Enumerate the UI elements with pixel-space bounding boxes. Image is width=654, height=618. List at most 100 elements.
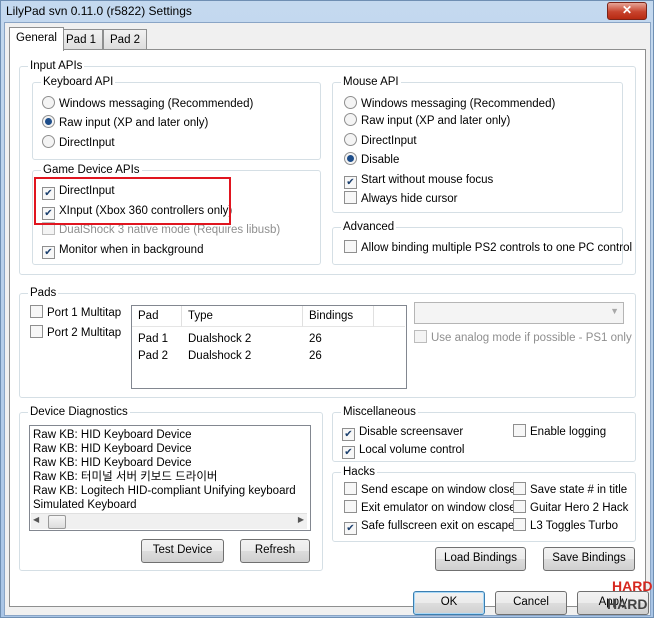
checkbox-guitar-hero-2-hack[interactable]: Guitar Hero 2 Hack — [513, 500, 628, 516]
test-device-button[interactable]: Test Device — [141, 539, 224, 563]
checkbox[interactable]: ✔ — [342, 446, 355, 459]
checkbox-save-state-in-title[interactable]: Save state # in title — [513, 482, 627, 498]
checkbox-always-hide-cursor[interactable]: Always hide cursor — [344, 191, 458, 207]
radio-button[interactable] — [344, 113, 357, 126]
checkbox-exit-emulator[interactable]: Exit emulator on window close — [344, 500, 516, 516]
mouse-radio-directinput[interactable]: DirectInput — [344, 133, 417, 149]
radio-button[interactable] — [42, 115, 55, 128]
radio-button[interactable] — [42, 135, 55, 148]
checkbox-port-2-multitap[interactable]: Port 2 Multitap — [30, 325, 121, 341]
checkbox-start-without-mouse-focus[interactable]: ✔ Start without mouse focus — [344, 172, 494, 189]
device-list[interactable]: Raw KB: HID Keyboard Device Raw KB: HID … — [29, 425, 311, 531]
radio-button[interactable] — [42, 96, 55, 109]
tab-pad-1[interactable]: Pad 1 — [59, 29, 104, 50]
checkbox-label: DualShock 3 native mode (Requires libusb… — [59, 224, 281, 236]
tab-pad-2[interactable]: Pad 2 — [103, 29, 148, 50]
radio-label: Disable — [361, 154, 400, 166]
checkbox — [414, 330, 427, 343]
close-button[interactable]: ✕ — [607, 2, 647, 20]
hacks-title: Hacks — [341, 465, 377, 479]
list-item[interactable]: Raw KB: HID Keyboard Device — [33, 456, 192, 470]
settings-window: LilyPad svn 0.11.0 (r5822) Settings ✕ Ge… — [0, 0, 654, 618]
checkbox-l3-toggles-turbo[interactable]: L3 Toggles Turbo — [513, 518, 618, 534]
game-device-apis-title: Game Device APIs — [41, 163, 142, 177]
checkbox-label: L3 Toggles Turbo — [530, 520, 619, 532]
refresh-button[interactable]: Refresh — [240, 539, 310, 563]
window-title: LilyPad svn 0.11.0 (r5822) Settings — [6, 4, 192, 18]
watermark-logo-bottom: HARD — [607, 596, 648, 612]
checkbox-label: Disable screensaver — [359, 426, 464, 438]
checkbox-port-1-multitap[interactable]: Port 1 Multitap — [30, 305, 121, 321]
checkbox-label: Use analog mode if possible - PS1 only — [431, 332, 632, 344]
column-header-type[interactable]: Type — [182, 306, 303, 327]
list-item[interactable]: Raw KB: HID Keyboard Device — [33, 428, 192, 442]
input-apis-title: Input APIs — [28, 59, 85, 73]
highlight-box — [34, 177, 231, 225]
load-bindings-button[interactable]: Load Bindings — [435, 547, 526, 571]
keyboard-radio-directinput[interactable]: DirectInput — [42, 135, 115, 151]
checkbox-safe-fullscreen-exit[interactable]: ✔ Safe fullscreen exit on escape — [344, 518, 515, 535]
pads-list[interactable]: Pad Type Bindings Pad 1 Dualshock 2 26 P… — [131, 305, 407, 389]
list-item[interactable]: Raw KB: HID Keyboard Device — [33, 442, 192, 456]
ok-button[interactable]: OK — [413, 591, 485, 615]
keyboard-radio-windows-messaging[interactable]: Windows messaging (Recommended) — [42, 96, 253, 112]
checkbox[interactable] — [344, 191, 357, 204]
checkbox-disable-screensaver[interactable]: ✔ Disable screensaver — [342, 424, 464, 441]
checkbox[interactable] — [344, 500, 357, 513]
checkbox[interactable]: ✔ — [342, 428, 355, 441]
scroll-left-icon[interactable]: ◀ — [33, 515, 39, 524]
radio-button[interactable] — [344, 133, 357, 146]
advanced-title: Advanced — [341, 220, 397, 234]
checkbox[interactable] — [30, 325, 43, 338]
checkbox-send-escape[interactable]: Send escape on window close — [344, 482, 516, 498]
radio-label: DirectInput — [59, 137, 115, 149]
checkbox[interactable] — [513, 500, 526, 513]
checkbox-label: Allow binding multiple PS2 controls to o… — [361, 242, 633, 254]
mouse-radio-raw-input[interactable]: Raw input (XP and later only) — [344, 113, 510, 129]
chevron-down-icon: ▼ — [610, 306, 619, 316]
radio-button[interactable] — [344, 152, 357, 165]
keyboard-radio-raw-input[interactable]: Raw input (XP and later only) — [42, 115, 208, 131]
checkbox-enable-logging[interactable]: Enable logging — [513, 424, 606, 440]
title-bar[interactable]: LilyPad svn 0.11.0 (r5822) Settings ✕ — [1, 1, 653, 21]
checkbox[interactable] — [513, 424, 526, 437]
save-bindings-button[interactable]: Save Bindings — [543, 547, 635, 571]
radio-button[interactable] — [344, 96, 357, 109]
keyboard-api-title: Keyboard API — [41, 75, 116, 89]
checkbox[interactable] — [344, 240, 357, 253]
checkbox-label: Safe fullscreen exit on escape — [361, 520, 515, 532]
checkbox[interactable] — [513, 518, 526, 531]
checkbox[interactable]: ✔ — [42, 246, 55, 259]
radio-label: Windows messaging (Recommended) — [59, 98, 254, 110]
mouse-radio-windows-messaging[interactable]: Windows messaging (Recommended) — [344, 96, 555, 112]
column-header-bindings[interactable]: Bindings — [303, 306, 374, 327]
scrollbar-thumb[interactable] — [48, 515, 66, 529]
checkbox-local-volume-control[interactable]: ✔ Local volume control — [342, 442, 465, 459]
list-item[interactable]: Raw KB: Logitech HID-compliant Unifying … — [33, 484, 296, 498]
checkbox-label: Local volume control — [359, 444, 465, 456]
list-item[interactable]: Simulated Keyboard — [33, 498, 137, 512]
tab-general[interactable]: General — [9, 27, 64, 51]
scroll-right-icon[interactable]: ▶ — [298, 515, 304, 524]
checkbox-allow-binding-multiple[interactable]: Allow binding multiple PS2 controls to o… — [344, 240, 632, 256]
checkbox[interactable] — [344, 482, 357, 495]
checkbox[interactable] — [30, 305, 43, 318]
column-header-pad[interactable]: Pad — [132, 306, 182, 327]
device-diagnostics-title: Device Diagnostics — [28, 405, 130, 419]
horizontal-scrollbar[interactable]: ◀ ▶ — [31, 513, 307, 529]
checkbox-label: Exit emulator on window close — [361, 502, 516, 514]
cancel-button[interactable]: Cancel — [495, 591, 567, 615]
cell-pad: Pad 2 — [138, 350, 169, 362]
cell-bindings: 26 — [309, 333, 322, 345]
checkbox[interactable]: ✔ — [344, 522, 357, 535]
checkbox-monitor-background[interactable]: ✔ Monitor when in background — [42, 242, 203, 259]
checkbox-label: Port 1 Multitap — [47, 307, 122, 319]
watermark-logo-top: HARD — [612, 578, 653, 594]
checkbox-analog-mode: Use analog mode if possible - PS1 only — [414, 330, 632, 346]
list-item[interactable]: Raw KB: 터미널 서버 키보드 드라이버 — [33, 470, 217, 484]
mouse-radio-disable[interactable]: Disable — [344, 152, 399, 168]
column-header-empty — [374, 306, 405, 327]
checkbox[interactable] — [513, 482, 526, 495]
checkbox-label: Start without mouse focus — [361, 174, 494, 186]
checkbox[interactable]: ✔ — [344, 176, 357, 189]
